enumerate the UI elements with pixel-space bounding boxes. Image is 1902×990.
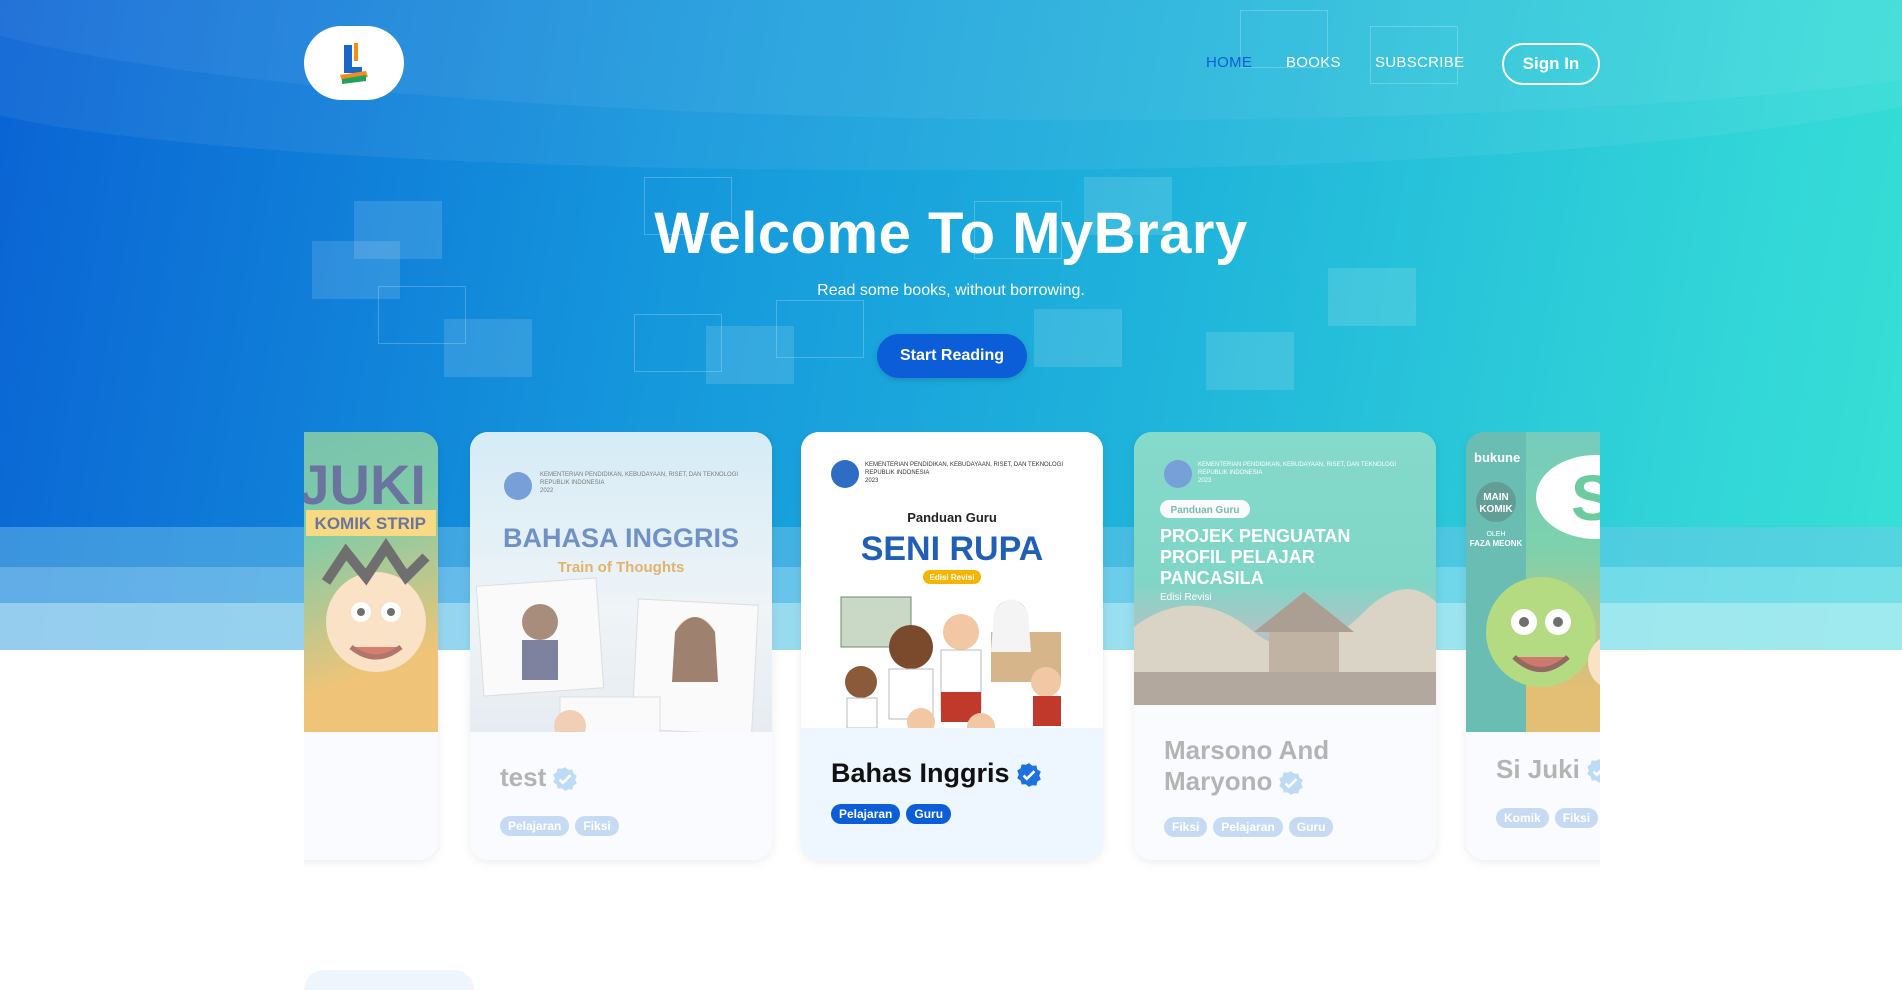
book-carousel[interactable]: JUKI KOMIK STRIP KEMENTERIAN PENDIDIKAN,…: [304, 432, 1600, 870]
book-title: Bahas Inggris: [831, 758, 1010, 788]
book-card[interactable]: KEMENTERIAN PENDIDIKAN, KEBUDAYAAN, RISE…: [1134, 432, 1436, 860]
tag[interactable]: Guru: [906, 804, 952, 824]
nav-subscribe[interactable]: SUBSCRIBE: [1375, 54, 1464, 71]
book-logo-icon: [340, 43, 368, 84]
brand-logo[interactable]: [304, 26, 404, 100]
nav-books[interactable]: BOOKS: [1286, 54, 1341, 71]
book-card[interactable]: JUKI KOMIK STRIP: [304, 432, 438, 860]
decor-square: [444, 319, 532, 377]
svg-text:Panduan Guru: Panduan Guru: [907, 510, 997, 525]
svg-text:REPUBLIK INDONESIA: REPUBLIK INDONESIA: [865, 470, 929, 476]
tag-list: Pelajaran Guru: [831, 804, 952, 824]
book-card[interactable]: KEMENTERIAN PENDIDIKAN, KEBUDAYAAN, RISE…: [470, 432, 772, 860]
hero-subtitle: Read some books, without borrowing.: [817, 282, 1085, 299]
decor-square: [1206, 332, 1294, 390]
svg-text:2023: 2023: [865, 478, 879, 484]
book-card-body: Bahas Inggris Pelajaran Guru: [801, 728, 1103, 860]
decor-square: [1034, 309, 1122, 367]
book-cover: KEMENTERIAN PENDIDIKAN, KEBUDAYAAN, RISE…: [801, 432, 1103, 741]
verified-badge-icon: [1016, 762, 1041, 787]
book-card[interactable]: bukune MAIN KOMIK OLEH FAZA MEONK S Si J…: [1466, 432, 1600, 860]
hero-wave: [0, 0, 1902, 170]
decor-square: [776, 300, 864, 358]
start-reading-button[interactable]: Start Reading: [877, 334, 1027, 378]
svg-text:SENI RUPA: SENI RUPA: [861, 530, 1044, 568]
tag[interactable]: Pelajaran: [831, 804, 901, 824]
hero-title: Welcome To MyBrary: [654, 201, 1248, 266]
section-heading-pill: [304, 970, 474, 990]
svg-text:Edisi Revisi: Edisi Revisi: [930, 573, 975, 582]
sign-in-button[interactable]: Sign In: [1502, 43, 1600, 85]
book-cover-art: KEMENTERIAN PENDIDIKAN, KEBUDAYAAN, RISE…: [831, 460, 1063, 741]
nav-home[interactable]: HOME: [1206, 54, 1252, 71]
svg-text:KEMENTERIAN PENDIDIKAN, KEBUDA: KEMENTERIAN PENDIDIKAN, KEBUDAYAAN, RISE…: [865, 462, 1063, 468]
book-card[interactable]: KEMENTERIAN PENDIDIKAN, KEBUDAYAAN, RISE…: [801, 432, 1103, 860]
